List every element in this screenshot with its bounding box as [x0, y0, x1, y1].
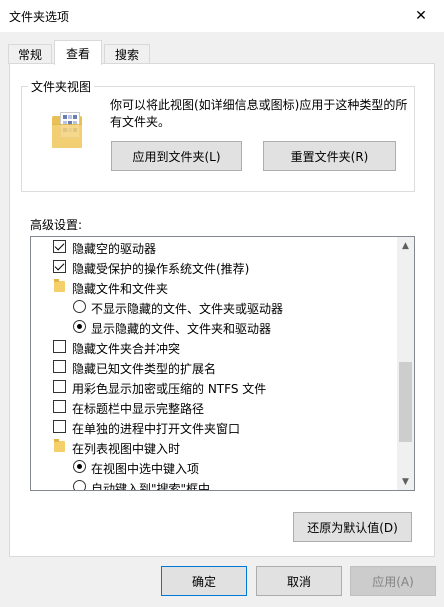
- vertical-scrollbar[interactable]: ▲ ▼: [397, 237, 414, 490]
- list-item[interactable]: 不显示隐藏的文件、文件夹或驱动器: [31, 297, 398, 317]
- list-item[interactable]: 隐藏受保护的操作系统文件(推荐): [31, 257, 398, 277]
- checkbox-icon[interactable]: [53, 420, 66, 433]
- list-item: 隐藏文件和文件夹: [31, 277, 398, 297]
- tab-search[interactable]: 搜索: [104, 44, 150, 64]
- checkbox-icon[interactable]: [53, 360, 66, 373]
- scroll-up-icon[interactable]: ▲: [397, 237, 414, 254]
- folder-view-icon: [52, 112, 82, 148]
- title-bar: 文件夹选项 ✕: [0, 0, 444, 32]
- folder-icon: [54, 279, 65, 292]
- advanced-settings-label: 高级设置:: [30, 218, 83, 232]
- checkbox-icon[interactable]: [53, 240, 66, 253]
- radio-icon[interactable]: [73, 460, 86, 473]
- list-item[interactable]: 显示隐藏的文件、文件夹和驱动器: [31, 317, 398, 337]
- folder-views-description: 你可以将此视图(如详细信息或图标)应用于这种类型的所有文件夹。: [110, 98, 408, 129]
- checkbox-icon[interactable]: [53, 340, 66, 353]
- tab-view[interactable]: 查看: [54, 40, 102, 65]
- list-item[interactable]: 用彩色显示加密或压缩的 NTFS 文件: [31, 377, 398, 397]
- tab-general[interactable]: 常规: [8, 44, 52, 64]
- restore-defaults-button[interactable]: 还原为默认值(D): [293, 512, 412, 542]
- apply-to-folders-button[interactable]: 应用到文件夹(L): [111, 141, 242, 171]
- folder-views-group: 文件夹视图 你可以将此视图(如详细信息或图标)应用于这种类型的所有文件夹。 应用…: [21, 78, 415, 192]
- list-item[interactable]: 在视图中选中键入项: [31, 457, 398, 477]
- radio-icon[interactable]: [73, 300, 86, 313]
- checkbox-icon[interactable]: [53, 260, 66, 273]
- cancel-button[interactable]: 取消: [256, 566, 342, 596]
- close-icon[interactable]: ✕: [398, 0, 444, 32]
- scroll-down-icon[interactable]: ▼: [397, 473, 414, 490]
- checkbox-icon[interactable]: [53, 380, 66, 393]
- list-item[interactable]: 在单独的进程中打开文件夹窗口: [31, 417, 398, 437]
- folder-icon: [54, 439, 65, 452]
- advanced-settings-list[interactable]: 隐藏空的驱动器 隐藏受保护的操作系统文件(推荐) 隐藏文件和文件夹 不显示隐藏的…: [30, 236, 415, 491]
- folder-views-label: 文件夹视图: [28, 78, 95, 95]
- radio-icon[interactable]: [73, 480, 86, 490]
- reset-folders-button[interactable]: 重置文件夹(R): [263, 141, 396, 171]
- apply-button[interactable]: 应用(A): [350, 566, 436, 596]
- radio-icon[interactable]: [73, 320, 86, 333]
- list-item[interactable]: 隐藏文件夹合并冲突: [31, 337, 398, 357]
- checkbox-icon[interactable]: [53, 400, 66, 413]
- window-title: 文件夹选项: [9, 10, 70, 24]
- list-item: 在列表视图中键入时: [31, 437, 398, 457]
- ok-button[interactable]: 确定: [161, 566, 247, 596]
- scroll-thumb[interactable]: [399, 362, 412, 442]
- list-item[interactable]: 隐藏已知文件类型的扩展名: [31, 357, 398, 377]
- list-item[interactable]: 在标题栏中显示完整路径: [31, 397, 398, 417]
- list-item[interactable]: 隐藏空的驱动器: [31, 237, 398, 257]
- list-item[interactable]: 自动键入到"搜索"框中: [31, 477, 398, 490]
